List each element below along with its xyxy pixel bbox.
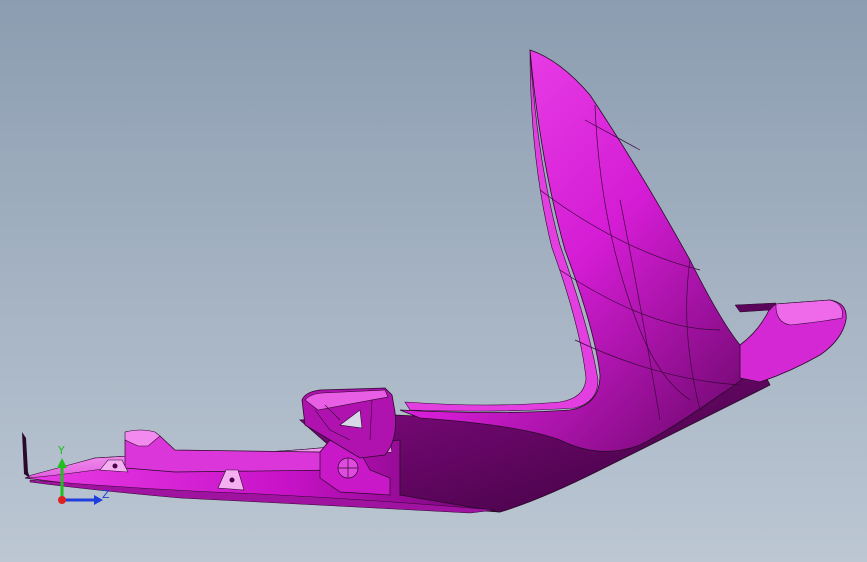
z-axis-label: Z xyxy=(102,488,110,501)
3d-model-part[interactable] xyxy=(0,0,867,562)
graphics-viewport[interactable]: Y Z xyxy=(0,0,867,562)
y-axis-arrowhead xyxy=(57,458,67,468)
rail-left-tip xyxy=(22,432,30,478)
x-axis-origin-dot xyxy=(58,496,66,504)
y-axis-label: Y xyxy=(57,444,65,457)
coordinate-triad: Y Z xyxy=(57,444,110,505)
rail-raised-block xyxy=(124,435,341,473)
